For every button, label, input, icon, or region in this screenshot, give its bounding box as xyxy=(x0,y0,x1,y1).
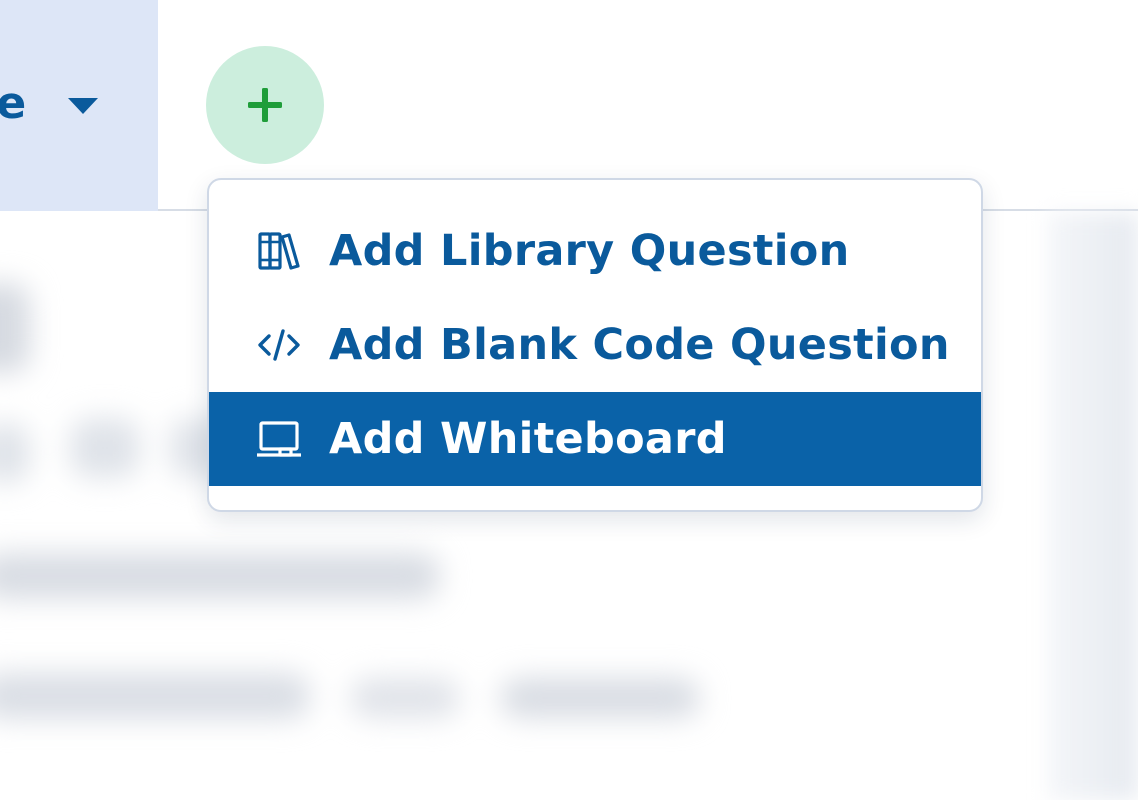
tab-selector-label: ne xyxy=(0,78,28,129)
plus-icon xyxy=(248,88,282,122)
add-question-button[interactable] xyxy=(206,46,324,164)
menu-item-label: Add Library Question xyxy=(329,226,850,276)
menu-item-add-blank-code-question[interactable]: Add Blank Code Question xyxy=(209,298,981,392)
app-window: ne xyxy=(0,0,1138,800)
add-question-menu: Add Library Question Add Blank Code Ques… xyxy=(207,178,983,512)
chevron-down-icon xyxy=(68,98,98,114)
right-side-panel xyxy=(1048,213,1138,800)
whiteboard-icon xyxy=(255,415,303,463)
library-books-icon xyxy=(255,227,303,275)
menu-item-label: Add Blank Code Question xyxy=(329,320,950,370)
menu-item-add-whiteboard[interactable]: Add Whiteboard xyxy=(209,392,981,486)
menu-item-label: Add Whiteboard xyxy=(329,414,727,464)
menu-item-add-library-question[interactable]: Add Library Question xyxy=(209,204,981,298)
code-icon xyxy=(255,321,303,369)
tab-selector-dropdown[interactable]: ne xyxy=(0,0,158,211)
